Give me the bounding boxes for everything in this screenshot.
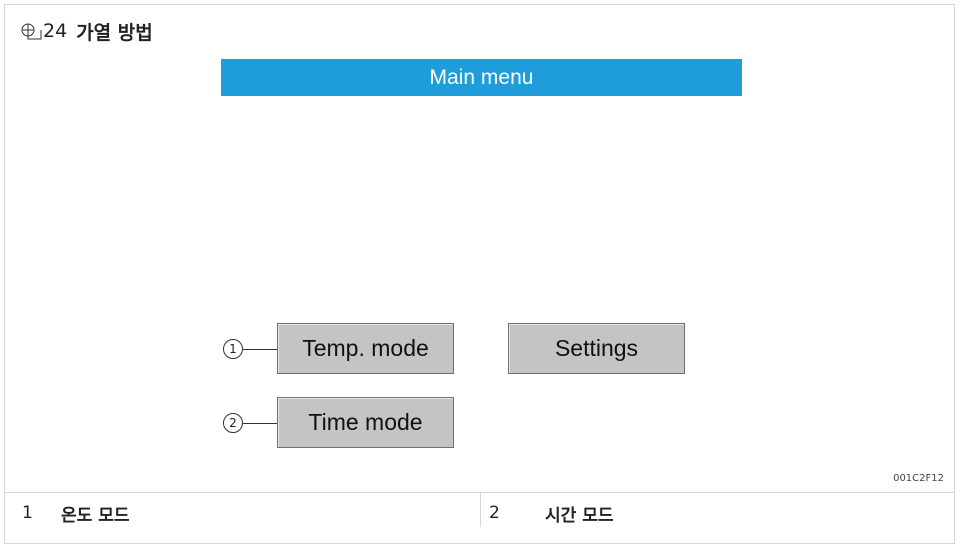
figure-code: 001C2F12 [893,473,944,484]
temp-mode-label: Temp. mode [302,335,429,361]
time-mode-button[interactable]: Time mode [277,397,454,448]
callout-2-leader [243,423,277,424]
callout-1-leader [243,349,277,350]
figure-icon [21,23,42,40]
time-mode-label: Time mode [308,409,423,435]
legend-number: 2 [489,503,500,523]
legend-item: 1 온도 모드 [5,493,480,527]
legend-number: 1 [22,503,33,523]
main-menu-title: Main menu [429,65,534,89]
legend-item: 2 시간 모드 [480,493,955,527]
figure-name: 가열 방법 [76,21,153,44]
legend-text: 온도 모드 [61,505,130,526]
figure-number: 24 [43,20,68,42]
settings-button[interactable]: Settings [508,323,685,374]
callout-2: 2 [223,413,243,433]
temp-mode-button[interactable]: Temp. mode [277,323,454,374]
main-menu-header: Main menu [221,59,742,96]
legend-text: 시간 모드 [545,505,614,526]
settings-label: Settings [554,335,639,361]
callout-1: 1 [223,339,243,359]
legend-table: 1 온도 모드 2 시간 모드 [5,492,955,527]
figure-title: 24 가열 방법 [20,14,153,48]
